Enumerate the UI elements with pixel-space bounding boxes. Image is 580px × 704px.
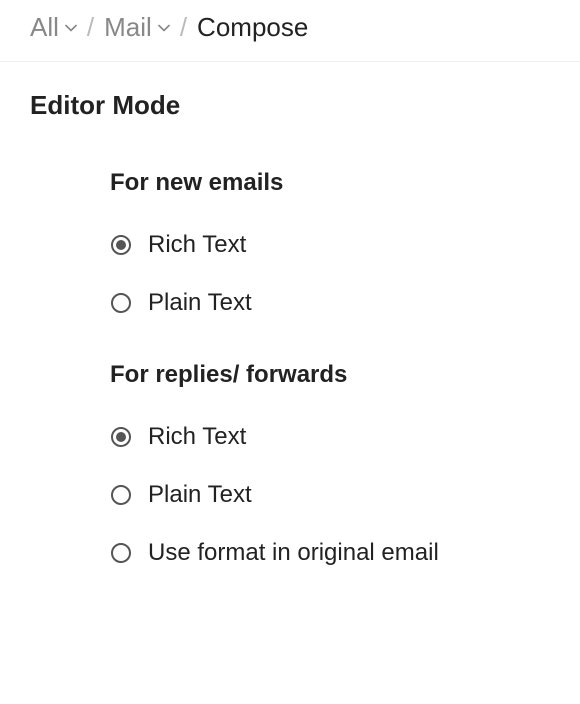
group-title: For new emails xyxy=(110,169,550,197)
breadcrumb: All / Mail / Compose xyxy=(0,0,580,62)
radio-option-plain-text[interactable]: Plain Text xyxy=(110,289,550,317)
breadcrumb-separator: / xyxy=(85,12,96,43)
chevron-down-icon xyxy=(65,24,77,32)
breadcrumb-separator: / xyxy=(178,12,189,43)
radio-label: Plain Text xyxy=(148,289,252,317)
chevron-down-icon xyxy=(158,24,170,32)
main-content: Editor Mode For new emails Rich Text Pla… xyxy=(0,62,580,639)
section-title: Editor Mode xyxy=(30,90,550,121)
radio-label: Plain Text xyxy=(148,481,252,509)
breadcrumb-item-all[interactable]: All xyxy=(30,12,77,43)
breadcrumb-item-mail[interactable]: Mail xyxy=(104,12,170,43)
radio-unselected-icon xyxy=(110,484,132,506)
group-title: For replies/ forwards xyxy=(110,361,550,389)
breadcrumb-label: Mail xyxy=(104,12,152,43)
radio-selected-icon xyxy=(110,234,132,256)
radio-selected-icon xyxy=(110,426,132,448)
radio-option-rich-text[interactable]: Rich Text xyxy=(110,231,550,259)
radio-label: Use format in original email xyxy=(148,539,439,567)
group-replies-forwards: For replies/ forwards Rich Text Plain Te… xyxy=(30,361,550,567)
radio-label: Rich Text xyxy=(148,423,246,451)
radio-option-rich-text[interactable]: Rich Text xyxy=(110,423,550,451)
radio-unselected-icon xyxy=(110,542,132,564)
radio-option-plain-text[interactable]: Plain Text xyxy=(110,481,550,509)
radio-label: Rich Text xyxy=(148,231,246,259)
group-new-emails: For new emails Rich Text Plain Text xyxy=(30,169,550,317)
breadcrumb-item-compose: Compose xyxy=(197,12,308,43)
radio-unselected-icon xyxy=(110,292,132,314)
breadcrumb-label: Compose xyxy=(197,12,308,43)
breadcrumb-label: All xyxy=(30,12,59,43)
radio-option-use-original-format[interactable]: Use format in original email xyxy=(110,539,550,567)
